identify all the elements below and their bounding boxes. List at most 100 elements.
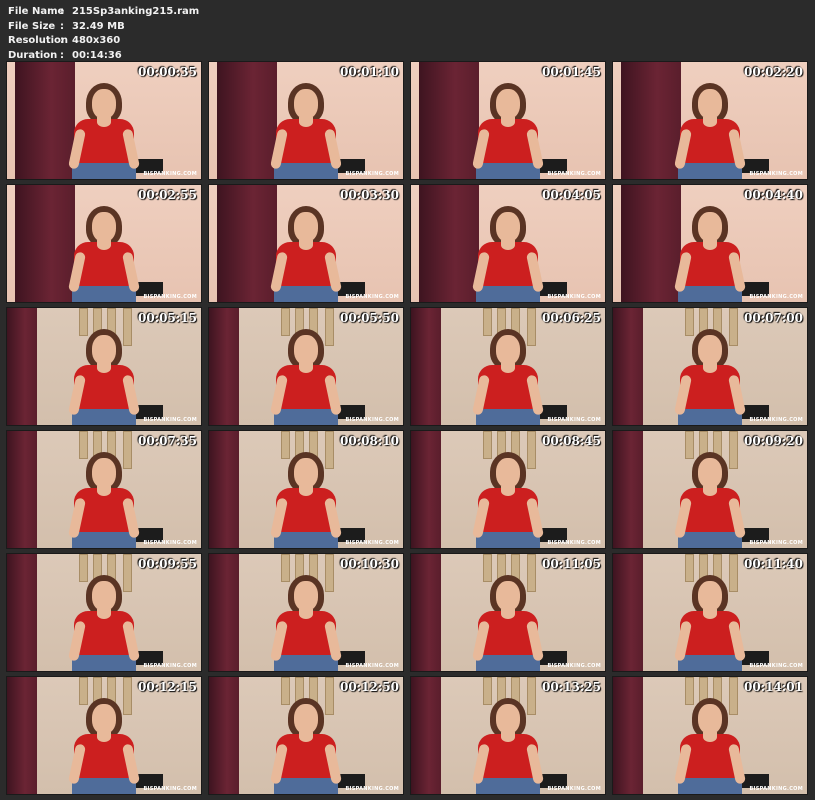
file-info-header: File Name : 215Sp3anking215.ram File Siz… <box>8 5 199 63</box>
watermark: BISPANKING.COM <box>143 294 197 300</box>
watermark: BISPANKING.COM <box>749 294 803 300</box>
video-thumbnail: 00:01:45 BISPANKING.COM <box>410 61 606 180</box>
seated-person <box>670 446 750 548</box>
timestamp: 00:10:30 <box>340 557 399 571</box>
separator: : <box>60 35 64 46</box>
watermark: BISPANKING.COM <box>547 663 601 669</box>
video-thumbnail: 00:11:40 BISPANKING.COM <box>612 553 808 672</box>
video-thumbnail: 00:05:50 BISPANKING.COM <box>208 307 404 426</box>
door-frame <box>209 431 239 548</box>
timestamp: 00:03:30 <box>340 188 399 202</box>
timestamp: 00:02:20 <box>744 65 803 79</box>
video-thumbnail: 00:13:25 BISPANKING.COM <box>410 676 606 795</box>
seated-person <box>64 200 144 302</box>
door-frame <box>411 431 441 548</box>
watermark: BISPANKING.COM <box>749 417 803 423</box>
watermark: BISPANKING.COM <box>143 540 197 546</box>
video-thumbnail: 00:03:30 BISPANKING.COM <box>208 184 404 303</box>
video-thumbnail: 00:07:00 BISPANKING.COM <box>612 307 808 426</box>
door-frame <box>7 677 37 794</box>
seated-person <box>468 446 548 548</box>
resolution-label: Resolution <box>8 35 69 46</box>
timestamp: 00:06:25 <box>542 311 601 325</box>
seated-person <box>670 692 750 794</box>
watermark: BISPANKING.COM <box>547 171 601 177</box>
seated-person <box>670 200 750 302</box>
timestamp: 00:12:15 <box>138 680 197 694</box>
watermark: BISPANKING.COM <box>345 417 399 423</box>
timestamp: 00:05:15 <box>138 311 197 325</box>
resolution-value: 480x360 <box>72 35 121 46</box>
video-thumbnail: 00:06:25 BISPANKING.COM <box>410 307 606 426</box>
separator: : <box>60 20 64 32</box>
seated-person <box>64 692 144 794</box>
timestamp: 00:07:00 <box>744 311 803 325</box>
seated-person <box>64 569 144 671</box>
timestamp: 00:01:45 <box>542 65 601 79</box>
video-thumbnail: 00:12:15 BISPANKING.COM <box>6 676 202 795</box>
file-name-value: 215Sp3anking215.ram <box>72 6 200 17</box>
door-frame <box>209 554 239 671</box>
video-thumbnail: 00:09:55 BISPANKING.COM <box>6 553 202 672</box>
timestamp: 00:11:40 <box>744 557 803 571</box>
timestamp: 00:08:10 <box>340 434 399 448</box>
door-frame <box>7 554 37 671</box>
video-thumbnail: 00:11:05 BISPANKING.COM <box>410 553 606 672</box>
door-frame <box>613 554 643 671</box>
watermark: BISPANKING.COM <box>345 540 399 546</box>
timestamp: 00:00:35 <box>138 65 197 79</box>
watermark: BISPANKING.COM <box>143 417 197 423</box>
seated-person <box>266 569 346 671</box>
timestamp: 00:04:05 <box>542 188 601 202</box>
door-frame <box>613 677 643 794</box>
seated-person <box>266 323 346 425</box>
door-frame <box>7 308 37 425</box>
door-frame <box>209 677 239 794</box>
seated-person <box>670 323 750 425</box>
watermark: BISPANKING.COM <box>749 171 803 177</box>
file-size-label: File Size <box>8 20 56 32</box>
watermark: BISPANKING.COM <box>143 786 197 792</box>
seated-person <box>670 77 750 179</box>
timestamp: 00:13:25 <box>542 680 601 694</box>
timestamp: 00:01:10 <box>340 65 399 79</box>
watermark: BISPANKING.COM <box>345 663 399 669</box>
seated-person <box>468 692 548 794</box>
watermark: BISPANKING.COM <box>345 294 399 300</box>
timestamp: 00:09:55 <box>138 557 197 571</box>
seated-person <box>64 446 144 548</box>
resolution-row: Resolution : 480x360 <box>8 34 199 49</box>
seated-person <box>266 692 346 794</box>
file-size-value: 32.49 MB <box>72 20 125 32</box>
timestamp: 00:02:55 <box>138 188 197 202</box>
watermark: BISPANKING.COM <box>749 663 803 669</box>
watermark: BISPANKING.COM <box>547 540 601 546</box>
video-thumbnail: 00:08:45 BISPANKING.COM <box>410 430 606 549</box>
watermark: BISPANKING.COM <box>143 663 197 669</box>
timestamp: 00:04:40 <box>744 188 803 202</box>
door-frame <box>411 554 441 671</box>
seated-person <box>266 446 346 548</box>
separator: : <box>60 6 64 17</box>
watermark: BISPANKING.COM <box>749 540 803 546</box>
video-thumbnail: 00:12:50 BISPANKING.COM <box>208 676 404 795</box>
video-thumbnail: 00:14:01 BISPANKING.COM <box>612 676 808 795</box>
video-thumbnail: 00:02:55 BISPANKING.COM <box>6 184 202 303</box>
seated-person <box>266 200 346 302</box>
seated-person <box>64 77 144 179</box>
seated-person <box>468 77 548 179</box>
file-name-label: File Name <box>8 6 65 17</box>
video-thumbnail: 00:01:10 BISPANKING.COM <box>208 61 404 180</box>
video-thumbnail: 00:04:05 BISPANKING.COM <box>410 184 606 303</box>
video-thumbnail: 00:10:30 BISPANKING.COM <box>208 553 404 672</box>
door-frame <box>613 308 643 425</box>
timestamp: 00:09:20 <box>744 434 803 448</box>
video-thumbnail: 00:00:35 BISPANKING.COM <box>6 61 202 180</box>
video-thumbnail: 00:05:15 BISPANKING.COM <box>6 307 202 426</box>
door-frame <box>7 431 37 548</box>
thumbnail-grid: 00:00:35 BISPANKING.COM 00:01:10 BISPANKING… <box>6 61 808 795</box>
watermark: BISPANKING.COM <box>345 171 399 177</box>
watermark: BISPANKING.COM <box>143 171 197 177</box>
video-thumbnail: 00:07:35 BISPANKING.COM <box>6 430 202 549</box>
seated-person <box>468 200 548 302</box>
